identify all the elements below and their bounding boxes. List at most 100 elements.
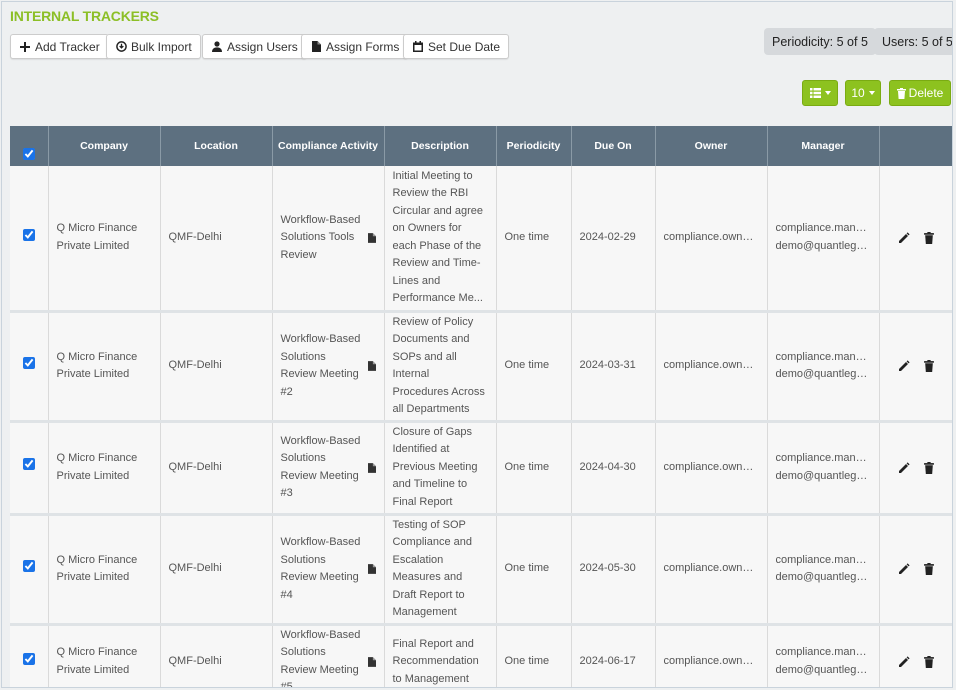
row-checkbox[interactable] bbox=[22, 356, 35, 369]
assign-forms-button[interactable]: Assign Forms bbox=[301, 34, 409, 59]
document-icon[interactable] bbox=[367, 656, 376, 667]
periodicity-filter[interactable]: Periodicity: 5 of 5 bbox=[764, 28, 876, 55]
trash-icon[interactable] bbox=[924, 360, 935, 372]
row-checkbox[interactable] bbox=[22, 652, 35, 665]
actions-cell bbox=[879, 624, 952, 687]
row-select-cell bbox=[10, 514, 49, 626]
bulk-import-label: Bulk Import bbox=[131, 39, 192, 54]
delete-label: Delete bbox=[908, 86, 944, 100]
location-cell: QMF-Delhi bbox=[160, 311, 273, 423]
due-on-cell: 2024-04-30 bbox=[571, 421, 656, 516]
trash-icon[interactable] bbox=[924, 563, 935, 575]
edit-icon[interactable] bbox=[898, 563, 910, 575]
compliance-activity-cell: Workflow-Based Solutions Review Meeting … bbox=[272, 421, 385, 516]
description-cell: Review of Policy Documents and SOPs and … bbox=[384, 311, 497, 423]
location-cell: QMF-Delhi bbox=[160, 514, 273, 626]
list-icon bbox=[809, 88, 821, 98]
company-cell: Q Micro Finance Private Limited bbox=[48, 166, 161, 313]
calendar-icon bbox=[412, 41, 424, 53]
column-header-manager[interactable]: Manager bbox=[767, 126, 880, 166]
user-icon bbox=[211, 41, 223, 53]
table-row: Q Micro Finance Private Limited QMF-Delh… bbox=[10, 421, 952, 516]
periodicity-cell: One time bbox=[496, 514, 572, 626]
document-icon bbox=[310, 41, 322, 53]
document-icon[interactable] bbox=[367, 232, 376, 243]
bulk-import-button[interactable]: Bulk Import bbox=[106, 34, 201, 59]
edit-icon[interactable] bbox=[898, 360, 910, 372]
periodicity-label: Periodicity: bbox=[772, 34, 834, 49]
trackers-table: Company Location Compliance Activity Des… bbox=[10, 126, 952, 688]
page-title: INTERNAL TRACKERS bbox=[10, 8, 159, 24]
delete-button[interactable]: Delete bbox=[889, 80, 951, 106]
manager-cell: compliance.manage... demo@quantlegalt... bbox=[767, 166, 880, 313]
plus-icon bbox=[19, 41, 31, 53]
row-checkbox[interactable] bbox=[22, 228, 35, 241]
due-on-cell: 2024-06-17 bbox=[571, 624, 656, 687]
trash-icon[interactable] bbox=[924, 461, 935, 474]
row-checkbox[interactable] bbox=[22, 458, 35, 471]
description-cell: Initial Meeting to Review the RBI Circul… bbox=[384, 166, 497, 313]
column-header-location[interactable]: Location bbox=[160, 126, 273, 166]
manager-2: demo@quantlegalt... bbox=[775, 469, 871, 482]
periodicity-cell: One time bbox=[496, 624, 572, 687]
description-cell: Testing of SOP Compliance and Escalation… bbox=[384, 514, 497, 626]
document-icon[interactable] bbox=[367, 361, 376, 371]
chevron-down-icon bbox=[824, 91, 831, 95]
manager-2: demo@quantlegalt... bbox=[775, 571, 871, 583]
column-header-owner[interactable]: Owner bbox=[655, 126, 768, 166]
trash-icon[interactable] bbox=[924, 655, 935, 668]
activity-text: Workflow-Based Solutions Review Meeting … bbox=[280, 536, 361, 601]
manager-cell: compliance.manage... demo@quantlegalt... bbox=[767, 514, 880, 626]
document-icon[interactable] bbox=[367, 564, 376, 574]
add-tracker-label: Add Tracker bbox=[35, 39, 100, 54]
set-due-date-button[interactable]: Set Due Date bbox=[403, 34, 510, 59]
activity-text: Workflow-Based Solutions Review Meeting … bbox=[280, 628, 361, 688]
chevron-down-icon bbox=[868, 91, 875, 95]
assign-users-button[interactable]: Assign Users bbox=[202, 34, 307, 59]
manager-1: compliance.manage... bbox=[775, 553, 871, 566]
users-filter[interactable]: Users: 5 of 5 bbox=[874, 28, 953, 55]
trash-icon bbox=[896, 87, 906, 99]
location-cell: QMF-Delhi bbox=[160, 624, 273, 687]
column-header-description[interactable]: Description bbox=[384, 126, 497, 166]
column-header-due-on[interactable]: Due On bbox=[571, 126, 656, 166]
compliance-activity-cell: Workflow-Based Solutions Tools Review bbox=[272, 166, 385, 313]
column-header-periodicity[interactable]: Periodicity bbox=[496, 126, 572, 166]
internal-trackers-panel: INTERNAL TRACKERS Add Tracker Bulk Impor… bbox=[1, 1, 953, 688]
import-icon bbox=[115, 41, 127, 53]
column-header-compliance-activity[interactable]: Compliance Activity bbox=[272, 126, 385, 166]
users-value: 5 of 5 bbox=[921, 34, 953, 49]
add-tracker-button[interactable]: Add Tracker bbox=[10, 34, 109, 59]
owner-cell: compliance.owner... bbox=[655, 311, 768, 423]
company-cell: Q Micro Finance Private Limited bbox=[48, 514, 161, 626]
actions-cell bbox=[879, 421, 952, 516]
edit-icon[interactable] bbox=[898, 461, 910, 474]
trash-icon[interactable] bbox=[924, 231, 935, 244]
due-on-cell: 2024-05-30 bbox=[571, 514, 656, 626]
page-size-select[interactable]: 10 bbox=[845, 80, 881, 106]
row-select-cell bbox=[10, 421, 49, 516]
assign-forms-label: Assign Forms bbox=[326, 39, 400, 54]
owner-cell: compliance.owner... bbox=[655, 514, 768, 626]
owner-cell: compliance.owner... bbox=[655, 421, 768, 516]
select-all-cell bbox=[10, 126, 49, 166]
activity-text: Workflow-Based Solutions Review Meeting … bbox=[280, 333, 361, 398]
column-header-actions bbox=[879, 126, 952, 166]
view-toggle-button[interactable] bbox=[802, 80, 838, 106]
due-on-cell: 2024-03-31 bbox=[571, 311, 656, 423]
manager-1: compliance.manage... bbox=[775, 350, 871, 363]
row-select-cell bbox=[10, 166, 49, 313]
edit-icon[interactable] bbox=[898, 232, 910, 244]
edit-icon[interactable] bbox=[898, 656, 910, 668]
manager-2: demo@quantlegalt... bbox=[775, 368, 871, 380]
users-label: Users: bbox=[882, 34, 919, 49]
table-row: Q Micro Finance Private Limited QMF-Delh… bbox=[10, 514, 952, 626]
periodicity-cell: One time bbox=[496, 311, 572, 423]
table-row: Q Micro Finance Private Limited QMF-Delh… bbox=[10, 311, 952, 423]
select-all-checkbox[interactable] bbox=[22, 148, 35, 160]
row-checkbox[interactable] bbox=[22, 559, 35, 572]
manager-1: compliance.manage... bbox=[775, 222, 871, 235]
document-icon[interactable] bbox=[367, 462, 376, 473]
column-header-company[interactable]: Company bbox=[48, 126, 161, 166]
assign-users-label: Assign Users bbox=[227, 39, 298, 54]
